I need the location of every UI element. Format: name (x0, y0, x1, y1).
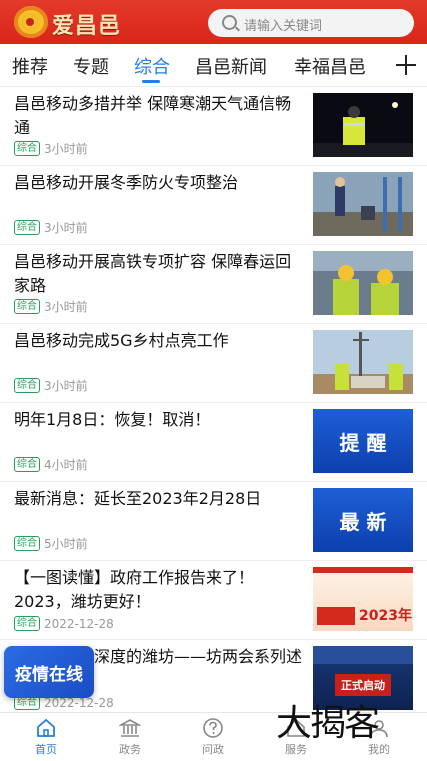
news-title: 最新消息：延长至2023年2月28日 (14, 489, 262, 508)
brand-logo-icon (14, 6, 48, 38)
government-icon (119, 719, 141, 737)
news-item[interactable]: 最新消息：延长至2023年2月28日 综合 5小时前 最 新 (0, 481, 427, 561)
search-placeholder: 请输入关键词 (244, 19, 323, 34)
home-icon (37, 718, 55, 737)
thumbnail-text: 2023年 (359, 608, 412, 624)
thumbnail-text: 提 醒 (339, 431, 387, 455)
thumbnail-text: 最 新 (339, 510, 387, 534)
category-tag: 综合 (14, 616, 40, 631)
news-title: 昌邑移动多措并举 保障寒潮天气通信畅通 (14, 94, 292, 137)
news-thumbnail (313, 93, 413, 157)
nav-inquiry[interactable]: 问政 (183, 717, 243, 757)
news-title: 昌邑移动开展冬季防火专项整治 (14, 173, 239, 192)
news-item[interactable]: 昌邑移动开展冬季防火专项整治 综合 3小时前 (0, 165, 427, 245)
news-title: 昌邑移动完成5G乡村点亮工作 (14, 331, 229, 350)
category-tag: 综合 (14, 141, 40, 156)
search-icon (222, 15, 237, 30)
search-input[interactable]: 请输入关键词 (208, 9, 414, 37)
app-header: 爱昌邑 请输入关键词 (0, 0, 427, 44)
category-tag: 综合 (14, 536, 40, 551)
epidemic-online-button[interactable]: 疫情在线 (4, 646, 94, 698)
active-tab-indicator (142, 80, 160, 83)
news-title: 【一图读懂】政府工作报告来了！2023，潍坊更好！ (14, 568, 255, 611)
add-channel-icon[interactable] (396, 55, 416, 75)
news-item[interactable]: 昌邑移动多措并举 保障寒潮天气通信畅通 综合 3小时前 (0, 86, 427, 166)
news-time: 3小时前 (44, 142, 88, 156)
news-thumbnail: 最 新 (313, 488, 413, 552)
news-time: 5小时前 (44, 537, 88, 551)
news-time: 4小时前 (44, 458, 88, 472)
tab-changyi-news[interactable]: 昌邑新闻 (195, 53, 267, 79)
news-thumbnail (313, 330, 413, 394)
brand-name: 爱昌邑 (52, 14, 122, 39)
tab-topics[interactable]: 专题 (73, 53, 109, 79)
category-tabs: 推荐 专题 综合 昌邑新闻 幸福昌邑 (0, 44, 427, 87)
nav-government[interactable]: 政务 (100, 717, 160, 757)
tab-recommend[interactable]: 推荐 (12, 53, 48, 79)
tab-comprehensive[interactable]: 综合 (134, 53, 170, 79)
news-thumbnail (313, 251, 413, 315)
tab-happy-changyi[interactable]: 幸福昌邑 (294, 53, 366, 79)
watermark-text: 大揭客 (276, 703, 380, 744)
news-item[interactable]: 昌邑移动完成5G乡村点亮工作 综合 3小时前 (0, 323, 427, 403)
news-thumbnail: 提 醒 (313, 409, 413, 473)
news-thumbnail (313, 172, 413, 236)
news-time: 2022-12-28 (44, 616, 114, 631)
news-title: 昌邑移动开展高铁专项扩容 保障春运回家路 (14, 252, 292, 295)
category-tag: 综合 (14, 299, 40, 314)
news-time: 3小时前 (44, 300, 88, 314)
category-tag: 综合 (14, 378, 40, 393)
news-item[interactable]: 明年1月8日：恢复！取消！ 综合 4小时前 提 醒 (0, 402, 427, 482)
nav-home[interactable]: 首页 (16, 717, 76, 757)
news-item[interactable]: 【一图读懂】政府工作报告来了！2023，潍坊更好！ 综合 2022-12-28 2… (0, 560, 427, 640)
thumbnail-text: 正式启动 (341, 679, 385, 692)
news-time: 3小时前 (44, 379, 88, 393)
news-time: 3小时前 (44, 221, 88, 235)
news-title: 明年1月8日：恢复！取消！ (14, 410, 211, 429)
news-item[interactable]: 昌邑移动开展高铁专项扩容 保障春运回家路 综合 3小时前 (0, 244, 427, 324)
category-tag: 综合 (14, 220, 40, 235)
news-thumbnail: 2023年 (313, 567, 413, 631)
question-icon (203, 718, 223, 738)
category-tag: 综合 (14, 457, 40, 472)
